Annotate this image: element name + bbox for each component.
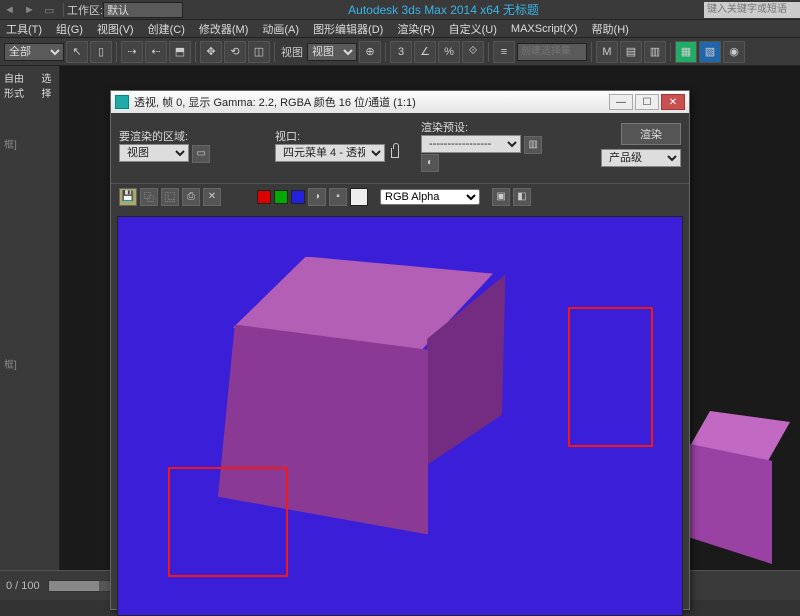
menu-create[interactable]: 创建(C) <box>148 21 185 37</box>
render-button[interactable]: 渲染 <box>621 123 681 145</box>
annotation-box-2 <box>568 307 653 447</box>
history-fwd-icon[interactable]: ► <box>24 4 36 16</box>
open-icon[interactable]: ▭ <box>44 4 56 16</box>
channel-select[interactable]: RGB Alpha <box>380 189 480 205</box>
axis-label-2: 框] <box>4 356 17 371</box>
tab-selection[interactable]: 选择 <box>41 70 55 100</box>
render-window-titlebar[interactable]: 透视, 帧 0, 显示 Gamma: 2.2, RGBA 颜色 16 位/通道 … <box>111 91 689 113</box>
viewport-object-cube[interactable] <box>690 411 800 571</box>
menu-maxscript[interactable]: MAXScript(X) <box>511 23 578 35</box>
percent-snap-icon[interactable]: % <box>438 41 460 63</box>
arrow-cursor-icon[interactable]: ↖ <box>66 41 88 63</box>
render-window-icon <box>115 95 129 109</box>
workspace-selector[interactable] <box>103 2 183 18</box>
menu-rendering[interactable]: 渲染(R) <box>397 21 434 37</box>
menu-modifiers[interactable]: 修改器(M) <box>199 21 249 37</box>
area-label: 要渲染的区域: <box>119 131 188 143</box>
bind-icon[interactable]: ⬒ <box>169 41 191 63</box>
select-icon[interactable]: ▯ <box>90 41 112 63</box>
copy-image-icon[interactable]: ⿻ <box>140 188 158 206</box>
print-icon[interactable]: ⎙ <box>182 188 200 206</box>
menu-grapheditors[interactable]: 图形编辑器(D) <box>313 21 383 37</box>
menu-customize[interactable]: 自定义(U) <box>449 21 497 37</box>
red-channel-toggle[interactable] <box>257 190 271 204</box>
axis-label-1: 框] <box>4 136 17 151</box>
render-image-toolbar: 💾 ⿻ ⿺ ⎙ ✕ ◑ ▪ RGB Alpha ▣ ◧ <box>111 183 689 210</box>
menu-animation[interactable]: 动画(A) <box>262 21 299 37</box>
main-toolbar: 全部 ↖ ▯ ⇢ ⇠ ⬒ ✥ ⟲ ◫ 视图 视图 ⊕ 3 ∠ % ⟐ ≡ M ▤… <box>0 38 800 66</box>
clear-icon[interactable]: ✕ <box>203 188 221 206</box>
preset-select[interactable]: ----------------- <box>421 135 521 153</box>
render-output-image[interactable] <box>117 216 683 616</box>
rotate-icon[interactable]: ⟲ <box>224 41 246 63</box>
menu-help[interactable]: 帮助(H) <box>592 21 629 37</box>
ref-coord-label: 视图 <box>281 44 303 60</box>
ribbon-panel: 自由形式 选择 框] 框] <box>0 66 60 600</box>
preset-label: 渲染预设: <box>421 122 468 134</box>
workspace-label: 工作区: <box>67 2 103 18</box>
lock-icon[interactable] <box>391 148 399 158</box>
annotation-box-1 <box>168 467 288 577</box>
viewport-select[interactable]: 四元菜单 4 - 透视 <box>275 144 385 162</box>
named-sel-icon[interactable]: ≡ <box>493 41 515 63</box>
link-icon[interactable]: ⇢ <box>121 41 143 63</box>
mono-toggle[interactable]: ▪ <box>329 188 347 206</box>
align-icon[interactable]: ▤ <box>620 41 642 63</box>
history-back-icon[interactable]: ◄ <box>4 4 16 16</box>
close-button[interactable]: ✕ <box>661 94 685 110</box>
pivot-icon[interactable]: ⊕ <box>359 41 381 63</box>
app-title: Autodesk 3ds Max 2014 x64 无标题 <box>183 1 704 18</box>
schematic-icon[interactable]: ▧ <box>699 41 721 63</box>
clone-image-icon[interactable]: ⿺ <box>161 188 179 206</box>
help-search-input[interactable] <box>704 2 800 18</box>
area-select[interactable]: 视图 <box>119 144 189 162</box>
material-editor-icon[interactable]: ◉ <box>723 41 745 63</box>
menu-group[interactable]: 组(G) <box>56 21 83 37</box>
blue-channel-toggle[interactable] <box>291 190 305 204</box>
split-icon[interactable]: ◧ <box>513 188 531 206</box>
product-select[interactable]: 产品级 <box>601 149 681 167</box>
selection-set-input[interactable] <box>517 43 587 61</box>
angle-snap-icon[interactable]: ∠ <box>414 41 436 63</box>
menu-tools[interactable]: 工具(T) <box>6 21 42 37</box>
viewport-label: 视口: <box>275 131 300 143</box>
bg-swatch[interactable] <box>350 188 368 206</box>
unlink-icon[interactable]: ⇠ <box>145 41 167 63</box>
menubar: 工具(T) 组(G) 视图(V) 创建(C) 修改器(M) 动画(A) 图形编辑… <box>0 20 800 38</box>
layers-icon[interactable]: ▥ <box>644 41 666 63</box>
menu-view[interactable]: 视图(V) <box>97 21 134 37</box>
tab-freeform[interactable]: 自由形式 <box>4 70 31 100</box>
preset-load-icon[interactable]: ▥ <box>524 136 542 154</box>
save-image-icon[interactable]: 💾 <box>119 188 137 206</box>
overlay-icon[interactable]: ▣ <box>492 188 510 206</box>
rendered-frame-window: 透视, 帧 0, 显示 Gamma: 2.2, RGBA 颜色 16 位/通道 … <box>110 90 690 610</box>
alpha-channel-toggle[interactable]: ◑ <box>308 188 326 206</box>
maximize-button[interactable]: ☐ <box>635 94 659 110</box>
region-icon[interactable]: ▭ <box>192 145 210 163</box>
snap-toggle-icon[interactable]: 3 <box>390 41 412 63</box>
scale-icon[interactable]: ◫ <box>248 41 270 63</box>
move-icon[interactable]: ✥ <box>200 41 222 63</box>
green-channel-toggle[interactable] <box>274 190 288 204</box>
ref-coord-select[interactable]: 视图 <box>307 43 357 61</box>
render-window-title: 透视, 帧 0, 显示 Gamma: 2.2, RGBA 颜色 16 位/通道 … <box>134 94 416 110</box>
preset-env-icon[interactable]: ◐ <box>421 154 439 172</box>
timeline-pos: 0 / 100 <box>6 580 40 592</box>
spinner-snap-icon[interactable]: ⟐ <box>462 41 484 63</box>
curve-editor-icon[interactable]: ▦ <box>675 41 697 63</box>
selection-scope-select[interactable]: 全部 <box>4 43 64 61</box>
minimize-button[interactable]: — <box>609 94 633 110</box>
app-titlebar: ◄ ► ▭ 工作区: Autodesk 3ds Max 2014 x64 无标题 <box>0 0 800 20</box>
render-controls: 要渲染的区域: 视图 ▭ 视口: 四元菜单 4 - 透视 渲染预设: -----… <box>111 113 689 183</box>
mirror-icon[interactable]: M <box>596 41 618 63</box>
